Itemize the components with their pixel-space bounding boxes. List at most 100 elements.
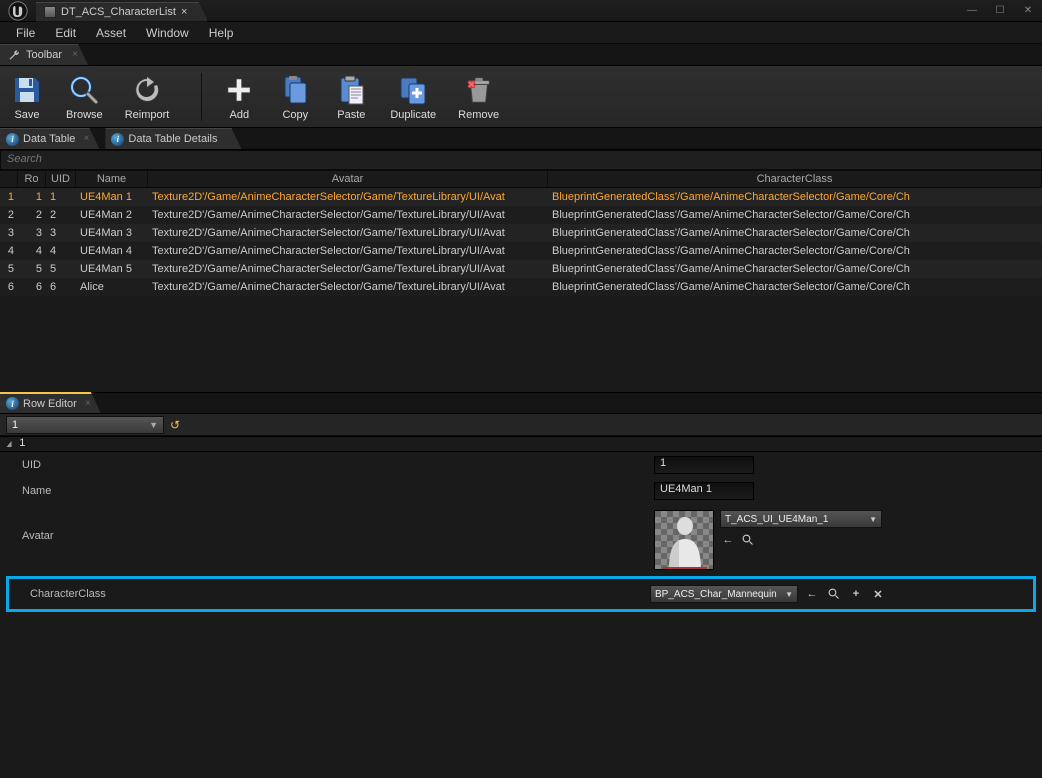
browse-button[interactable]: Browse: [66, 73, 103, 121]
avatar-asset-dropdown[interactable]: T_ACS_UI_UE4Man_1 ▼: [720, 510, 882, 528]
menu-asset[interactable]: Asset: [86, 23, 136, 43]
cell-uid: 5: [46, 260, 76, 278]
row-editor-tab-label: Row Editor: [23, 398, 77, 410]
cell-characterclass: BlueprintGeneratedClass'/Game/AnimeChara…: [548, 278, 1042, 296]
reset-to-default-icon[interactable]: ↺: [170, 418, 180, 432]
title-bar: DT_ACS_CharacterList × — ☐ ✕: [0, 0, 1042, 22]
duplicate-button[interactable]: Duplicate: [390, 73, 436, 121]
paste-button[interactable]: Paste: [334, 73, 368, 121]
data-table-details-tab[interactable]: i Data Table Details: [105, 128, 241, 149]
remove-button[interactable]: Remove: [458, 73, 499, 121]
name-field[interactable]: UE4Man 1: [654, 482, 754, 500]
col-characterclass[interactable]: CharacterClass: [548, 170, 1042, 188]
menu-help[interactable]: Help: [199, 23, 244, 43]
cell-characterclass: BlueprintGeneratedClass'/Game/AnimeChara…: [548, 242, 1042, 260]
add-label: Add: [230, 109, 250, 121]
row-selector-dropdown[interactable]: 1 ▼: [6, 416, 164, 434]
search-input[interactable]: Search: [0, 150, 1042, 170]
cell-index: 5: [0, 260, 18, 278]
info-icon: i: [6, 133, 19, 146]
cell-name: UE4Man 4: [76, 242, 148, 260]
avatar-thumbnail[interactable]: [654, 510, 714, 570]
menu-file[interactable]: File: [6, 23, 45, 43]
characterclass-value: BP_ACS_Char_Mannequin: [655, 589, 777, 600]
cell-avatar: Texture2D'/Game/AnimeCharacterSelector/G…: [148, 278, 548, 296]
table-row[interactable]: 222UE4Man 2Texture2D'/Game/AnimeCharacte…: [0, 206, 1042, 224]
avatar-label: Avatar: [4, 510, 654, 542]
duplicate-icon: [396, 73, 430, 107]
menu-edit[interactable]: Edit: [45, 23, 86, 43]
save-button[interactable]: Save: [10, 73, 44, 121]
cell-characterclass: BlueprintGeneratedClass'/Game/AnimeChara…: [548, 260, 1042, 278]
characterclass-dropdown[interactable]: BP_ACS_Char_Mannequin ▼: [650, 585, 798, 603]
table-row[interactable]: 444UE4Man 4Texture2D'/Game/AnimeCharacte…: [0, 242, 1042, 260]
data-table-details-tab-label: Data Table Details: [128, 133, 217, 145]
uid-field[interactable]: 1: [654, 456, 754, 474]
close-icon[interactable]: ×: [85, 398, 91, 409]
avatar-asset-value: T_ACS_UI_UE4Man_1: [725, 514, 828, 525]
wrench-icon: [8, 49, 21, 62]
table-row[interactable]: 111UE4Man 1Texture2D'/Game/AnimeCharacte…: [0, 188, 1042, 206]
col-name[interactable]: Name: [76, 170, 148, 188]
name-label: Name: [4, 485, 654, 497]
row-editor-details: 1 UID 1 Name UE4Man 1 Avatar: [0, 436, 1042, 612]
col-avatar[interactable]: Avatar: [148, 170, 548, 188]
use-selected-button[interactable]: ←: [804, 586, 820, 602]
document-tab[interactable]: DT_ACS_CharacterList ×: [36, 2, 208, 22]
cell-index: 3: [0, 224, 18, 242]
close-icon[interactable]: ×: [84, 133, 90, 144]
chevron-down-icon: ▼: [869, 515, 877, 524]
table-header: Ro UID Name Avatar CharacterClass: [0, 170, 1042, 188]
cell-row: 1: [18, 188, 46, 206]
data-table-tab-label: Data Table: [23, 133, 75, 145]
col-row[interactable]: Ro: [18, 170, 46, 188]
paste-icon: [334, 73, 368, 107]
toolbar-tab-label: Toolbar: [26, 49, 62, 61]
col-index[interactable]: [0, 170, 18, 188]
cell-row: 2: [18, 206, 46, 224]
window-controls: — ☐ ✕: [958, 1, 1042, 21]
clear-button[interactable]: ✕: [870, 586, 886, 602]
row-editor-tab-strip: i Row Editor ×: [0, 392, 1042, 414]
browse-asset-button[interactable]: [740, 532, 756, 548]
maximize-button[interactable]: ☐: [986, 1, 1014, 21]
cell-row: 4: [18, 242, 46, 260]
table-row[interactable]: 666AliceTexture2D'/Game/AnimeCharacterSe…: [0, 278, 1042, 296]
uid-label: UID: [4, 459, 654, 471]
browse-icon: [67, 73, 101, 107]
add-button[interactable]: Add: [201, 73, 256, 121]
cell-name: UE4Man 3: [76, 224, 148, 242]
reimport-icon: [130, 73, 164, 107]
section-header[interactable]: 1: [0, 436, 1042, 452]
close-button[interactable]: ✕: [1014, 1, 1042, 21]
remove-label: Remove: [458, 109, 499, 121]
menu-window[interactable]: Window: [136, 23, 199, 43]
browse-label: Browse: [66, 109, 103, 121]
cell-uid: 3: [46, 224, 76, 242]
browse-asset-button[interactable]: [826, 586, 842, 602]
save-icon: [10, 73, 44, 107]
remove-icon: [462, 73, 496, 107]
cell-characterclass: BlueprintGeneratedClass'/Game/AnimeChara…: [548, 206, 1042, 224]
datatable-file-icon: [44, 6, 56, 18]
col-uid[interactable]: UID: [46, 170, 76, 188]
cell-name: UE4Man 2: [76, 206, 148, 224]
cell-characterclass: BlueprintGeneratedClass'/Game/AnimeChara…: [548, 188, 1042, 206]
toolbar-tab[interactable]: Toolbar ×: [0, 44, 88, 65]
minimize-button[interactable]: —: [958, 1, 986, 21]
chevron-down-icon: ▼: [149, 420, 158, 430]
cell-avatar: Texture2D'/Game/AnimeCharacterSelector/G…: [148, 188, 548, 206]
create-new-button[interactable]: +: [848, 586, 864, 602]
close-icon[interactable]: ×: [181, 6, 187, 18]
table-row[interactable]: 333UE4Man 3Texture2D'/Game/AnimeCharacte…: [0, 224, 1042, 242]
row-editor-tab[interactable]: i Row Editor ×: [0, 392, 101, 413]
copy-button[interactable]: Copy: [278, 73, 312, 121]
close-icon[interactable]: ×: [72, 49, 78, 60]
use-selected-button[interactable]: ←: [720, 532, 736, 548]
info-icon: i: [6, 397, 19, 410]
reimport-button[interactable]: Reimport: [125, 73, 170, 121]
table-row[interactable]: 555UE4Man 5Texture2D'/Game/AnimeCharacte…: [0, 260, 1042, 278]
data-table-tab[interactable]: i Data Table ×: [0, 128, 99, 149]
info-icon: i: [111, 133, 124, 146]
cell-index: 2: [0, 206, 18, 224]
